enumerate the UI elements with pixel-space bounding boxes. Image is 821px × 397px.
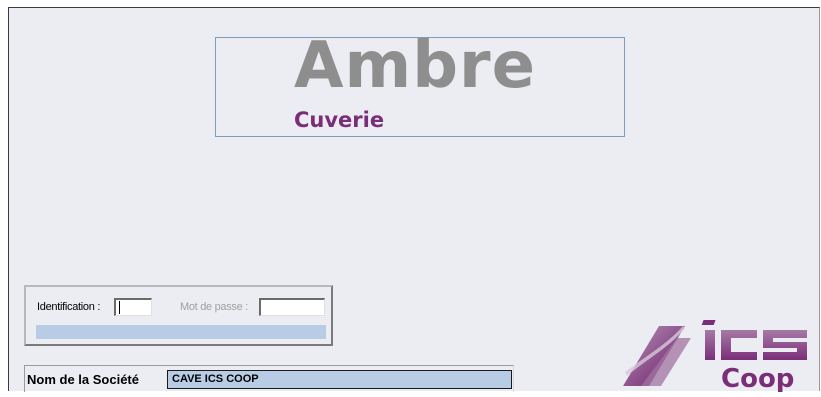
ics-coop-logo: Coop xyxy=(621,316,821,394)
app-logo-title: Ambre xyxy=(294,29,536,103)
login-panel: Identification : Mot de passe : xyxy=(24,285,333,346)
company-name-label: Nom de la Société xyxy=(27,372,139,387)
identification-label: Identification : xyxy=(37,301,101,313)
company-row: Nom de la Société CAVE ICS COOP xyxy=(24,365,514,392)
brand-coop-text: Coop xyxy=(721,364,794,392)
login-status-bar xyxy=(36,325,326,339)
password-label: Mot de passe : xyxy=(180,301,248,313)
company-name-field[interactable]: CAVE ICS COOP xyxy=(167,370,512,389)
app-logo-box: Ambre Cuverie xyxy=(215,29,625,137)
ics-coop-logo-icon: Coop xyxy=(623,320,807,394)
app-logo-subtitle: Cuverie xyxy=(294,108,385,132)
password-input[interactable] xyxy=(259,298,325,316)
identification-input[interactable] xyxy=(114,298,152,316)
text-caret xyxy=(119,301,120,314)
splash-window: Ambre Cuverie Identification : Mot de pa… xyxy=(8,7,821,394)
